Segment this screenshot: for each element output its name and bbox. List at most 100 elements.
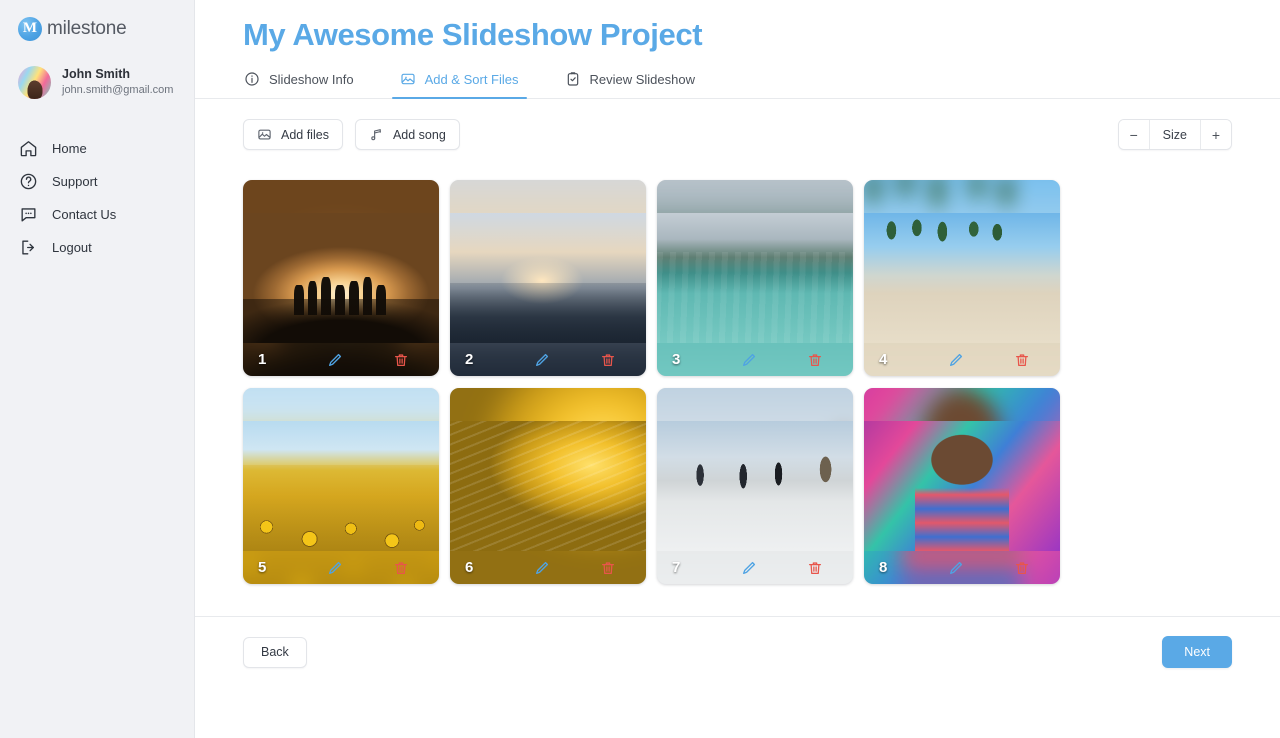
silhouette-figure (348, 280, 359, 315)
clipboard-check-icon (565, 71, 581, 87)
sidebar-item-label: Home (52, 141, 87, 156)
info-circle-icon (244, 71, 260, 87)
silhouette-figure (335, 284, 345, 315)
page-title: My Awesome Slideshow Project (243, 17, 703, 52)
card-thumbnail (243, 421, 439, 552)
card-footer: 8 (864, 551, 1060, 584)
silhouette-figure (293, 284, 304, 315)
main-content: My Awesome Slideshow Project Slideshow I… (195, 0, 1280, 738)
delete-file-button[interactable] (379, 343, 423, 376)
size-decrease-button[interactable]: − (1118, 120, 1149, 150)
sidebar-item-contact-us[interactable]: Contact Us (0, 198, 194, 231)
file-card[interactable]: 5 (243, 388, 439, 585)
sidebar-item-support[interactable]: Support (0, 165, 194, 198)
card-order-number: 6 (465, 559, 474, 577)
sidebar-item-label: Contact Us (52, 207, 117, 222)
file-card[interactable]: 1 (243, 180, 439, 377)
delete-file-button[interactable] (1000, 343, 1044, 376)
card-actions (520, 343, 646, 376)
delete-file-button[interactable] (586, 343, 630, 376)
user-profile[interactable]: John Smith john.smith@gmail.com (0, 44, 194, 106)
tab-label: Slideshow Info (269, 71, 354, 87)
card-order-number: 4 (879, 351, 888, 369)
card-footer: 2 (450, 343, 646, 376)
card-footer: 6 (450, 551, 646, 584)
size-increase-button[interactable]: + (1201, 120, 1231, 150)
size-stepper: − Size + (1117, 119, 1232, 151)
file-card[interactable]: 3 (657, 180, 853, 377)
card-order-number: 1 (258, 351, 267, 369)
card-thumbnail (243, 213, 439, 344)
card-actions (313, 343, 439, 376)
chat-bubble-icon (19, 205, 38, 224)
sidebar-item-home[interactable]: Home (0, 132, 194, 165)
music-note-icon (369, 127, 384, 142)
add-song-button[interactable]: Add song (354, 119, 460, 151)
edit-file-button[interactable] (520, 343, 564, 376)
card-actions (313, 551, 439, 584)
tab-review-slideshow[interactable]: Review Slideshow (564, 67, 697, 98)
card-actions (727, 343, 853, 376)
image-icon (400, 71, 416, 87)
card-footer: 5 (243, 551, 439, 584)
user-name: John Smith (62, 66, 131, 81)
card-order-number: 2 (465, 351, 474, 369)
brand-name: milestone (47, 17, 127, 39)
sidebar-item-logout[interactable]: Logout (0, 231, 194, 264)
question-circle-icon (19, 172, 38, 191)
tab-add-and-sort-files[interactable]: Add & Sort Files (391, 67, 527, 100)
card-thumbnail (450, 213, 646, 344)
user-email: john.smith@gmail.com (62, 83, 174, 96)
card-order-number: 5 (258, 559, 267, 577)
tab-label: Add & Sort Files (424, 71, 519, 87)
card-footer: 3 (657, 343, 853, 376)
tab-slideshow-info[interactable]: Slideshow Info (243, 67, 355, 98)
add-song-label: Add song (392, 127, 446, 142)
edit-file-button[interactable] (727, 551, 771, 584)
tab-bar: Slideshow Info Add & Sort Files Review S… (243, 67, 1280, 100)
file-card[interactable]: 4 (864, 180, 1060, 377)
card-thumbnail (450, 421, 646, 552)
add-files-button[interactable]: Add files (243, 119, 343, 151)
delete-file-button[interactable] (793, 343, 837, 376)
card-actions (934, 551, 1060, 584)
tab-label: Review Slideshow (589, 71, 696, 87)
edit-file-button[interactable] (520, 551, 564, 584)
edit-file-button[interactable] (934, 551, 978, 584)
edit-file-button[interactable] (313, 343, 357, 376)
app-root: M milestone John Smith john.smith@gmail.… (0, 0, 1280, 738)
edit-file-button[interactable] (934, 343, 978, 376)
card-actions (934, 343, 1060, 376)
file-card[interactable]: 2 (450, 180, 646, 377)
next-button[interactable]: Next (1162, 636, 1232, 668)
card-footer: 1 (243, 343, 439, 376)
delete-file-button[interactable] (793, 551, 837, 584)
user-meta: John Smith john.smith@gmail.com (62, 67, 173, 97)
card-thumbnail (864, 213, 1060, 344)
sidebar-nav: Home Support Contact Us Logout (0, 132, 194, 264)
card-thumbnail (864, 421, 1060, 552)
card-actions (520, 551, 646, 584)
file-card[interactable]: 7 (657, 388, 853, 585)
silhouette-figure (321, 276, 332, 315)
add-files-label: Add files (281, 127, 329, 142)
silhouette-figure (362, 276, 373, 315)
delete-file-button[interactable] (586, 551, 630, 584)
card-footer: 4 (864, 343, 1060, 376)
edit-file-button[interactable] (313, 551, 357, 584)
file-card[interactable]: 8 (864, 388, 1060, 585)
card-actions (727, 551, 853, 584)
card-order-number: 7 (672, 559, 681, 577)
edit-file-button[interactable] (727, 343, 771, 376)
brand-logo[interactable]: M milestone (0, 0, 194, 44)
delete-file-button[interactable] (379, 551, 423, 584)
size-label: Size (1148, 120, 1201, 150)
sidebar: M milestone John Smith john.smith@gmail.… (0, 0, 195, 738)
delete-file-button[interactable] (1000, 551, 1044, 584)
back-button[interactable]: Back (243, 636, 307, 668)
logout-icon (19, 238, 38, 257)
file-card[interactable]: 6 (450, 388, 646, 585)
card-footer: 7 (657, 551, 853, 584)
card-order-number: 3 (672, 351, 681, 369)
files-toolbar: Add files Add song − Size + (195, 99, 1280, 151)
